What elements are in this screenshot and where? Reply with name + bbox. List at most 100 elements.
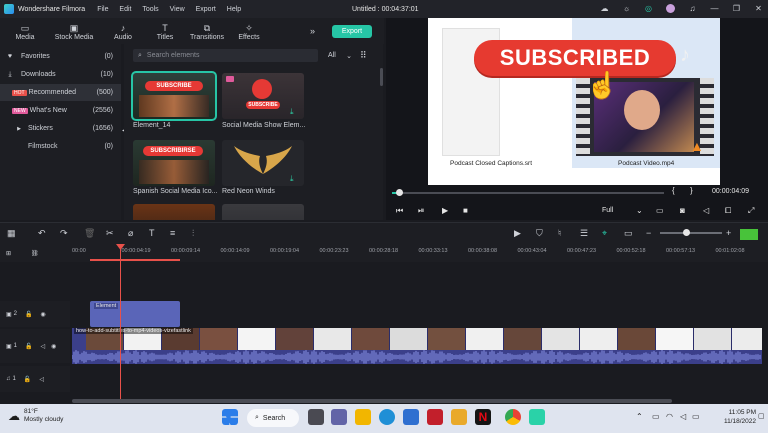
menu-help[interactable]: Help <box>227 6 241 13</box>
video-clip[interactable]: how-to-add-subtitles-to-mp4-videos-vizef… <box>72 328 762 350</box>
menu-tools[interactable]: Tools <box>142 6 158 13</box>
sidebar-item-recommended[interactable]: HOT Recommended (500) <box>0 84 121 101</box>
snapshot-icon[interactable]: ◙ <box>680 206 685 215</box>
maximize-icon[interactable]: ❐ <box>731 3 742 14</box>
tab-stock-media[interactable]: ▣ Stock Media <box>46 22 102 44</box>
filmora-taskbar-icon[interactable] <box>529 409 545 425</box>
grid-view-icon[interactable]: ⠿ <box>360 50 370 60</box>
battery-icon[interactable]: ▭ <box>692 412 700 421</box>
stop-icon[interactable]: ■ <box>463 206 468 215</box>
filter-select[interactable]: All ⌄ <box>328 49 352 62</box>
sidebar-item-downloads[interactable]: ⤓ Downloads (10) <box>0 66 121 83</box>
link-icon[interactable]: ⛓ <box>31 250 39 257</box>
netflix-icon[interactable]: N <box>475 409 491 425</box>
delete-icon[interactable]: 🗑 <box>84 228 95 239</box>
element-card[interactable] <box>133 204 215 220</box>
tab-media[interactable]: ▭ Media <box>4 22 46 44</box>
taskbar-search[interactable]: ⌕ Search <box>247 409 299 427</box>
render-icon[interactable]: ▶ <box>514 228 521 239</box>
play-icon[interactable]: ▶ <box>442 206 448 215</box>
chevron-up-icon[interactable]: ⌃ <box>636 412 643 421</box>
tab-transitions[interactable]: ⧉ Transitions <box>186 22 228 44</box>
cloud-icon[interactable]: ☁ <box>599 3 610 14</box>
volume-icon[interactable]: ◁ <box>680 412 686 421</box>
list-icon[interactable]: ☰ <box>580 228 588 239</box>
zoom-in-icon[interactable]: + <box>726 228 731 238</box>
more-tabs-icon[interactable]: » <box>310 26 315 36</box>
in-out-range[interactable] <box>90 259 180 261</box>
add-track-icon[interactable]: ⊞ <box>6 250 11 257</box>
lock-icon[interactable]: 🔓 <box>25 343 32 350</box>
sidebar-item-favorites[interactable]: ♥ Favorites (0) <box>0 48 121 65</box>
sidebar-item-filmstock[interactable]: Filmstock (0) <box>0 138 121 155</box>
minimize-icon[interactable]: — <box>709 3 720 14</box>
mic-icon[interactable]: ♮ <box>558 228 561 239</box>
close-icon[interactable]: ✕ <box>753 3 764 14</box>
wifi-icon[interactable]: ◠ <box>666 412 673 421</box>
chevron-down-icon[interactable]: ⌄ <box>636 206 643 215</box>
edge-icon[interactable] <box>379 409 395 425</box>
playhead[interactable] <box>120 244 121 402</box>
split-icon[interactable]: ✂ <box>106 228 114 239</box>
quality-select[interactable]: Full <box>602 207 613 214</box>
menu-edit[interactable]: Edit <box>119 6 131 13</box>
avatar[interactable] <box>665 3 676 14</box>
zoom-out-icon[interactable]: − <box>646 228 651 238</box>
shield-icon[interactable]: ⛉ <box>536 228 543 239</box>
file-explorer-icon[interactable] <box>355 409 371 425</box>
taskbar-clock[interactable]: 11:05 PM 11/18/2022 <box>700 408 756 426</box>
adjust-icon[interactable]: ≡ <box>170 228 175 238</box>
support-icon[interactable]: ◎ <box>643 3 654 14</box>
download-icon[interactable]: ⤓ <box>290 174 294 184</box>
preview-seek-bar[interactable] <box>392 192 664 194</box>
zoom-slider[interactable] <box>660 232 722 234</box>
element-card[interactable]: SUBSCRIBIRSE <box>133 140 215 186</box>
teams-icon[interactable] <box>331 409 347 425</box>
element-card[interactable]: SUBSCRIBE ⤓ <box>222 73 304 119</box>
layout-icon[interactable]: ▦ <box>7 228 16 239</box>
eye-icon[interactable]: ◉ <box>41 311 46 318</box>
weather-widget[interactable]: ☁ 81°F Mostly cloudy <box>8 408 63 424</box>
crop-icon[interactable]: ⌀ <box>128 228 133 239</box>
mark-in-brace[interactable]: { <box>672 186 675 195</box>
element-card[interactable]: ⤓ <box>222 140 304 186</box>
menu-view[interactable]: View <box>170 6 185 13</box>
mcafee-icon[interactable] <box>427 409 443 425</box>
tab-audio[interactable]: ♪ Audio <box>102 22 144 44</box>
volume-icon[interactable]: ◁ <box>703 206 709 215</box>
audio-waveform-clip[interactable] <box>72 350 762 364</box>
mute-icon[interactable]: ◁ <box>39 376 44 383</box>
audio-mixer-icon[interactable]: ⫶ <box>192 228 194 239</box>
preview-seek-handle[interactable] <box>396 189 403 196</box>
notification-icon[interactable]: ▢ <box>758 412 765 420</box>
chrome-icon[interactable] <box>505 409 521 425</box>
lock-icon[interactable]: 🔓 <box>25 311 32 318</box>
element-card[interactable] <box>222 204 304 220</box>
download-icon[interactable]: ⤓ <box>290 107 294 117</box>
lock-icon[interactable]: 🔓 <box>24 376 31 383</box>
eye-icon[interactable]: ◉ <box>51 343 56 350</box>
prev-frame-icon[interactable]: ⏮ <box>396 206 403 216</box>
elements-scrollbar[interactable] <box>380 68 383 86</box>
display-icon[interactable]: ▭ <box>656 206 664 215</box>
play-reverse-icon[interactable]: ⏯ <box>418 206 424 216</box>
search-input[interactable]: ⌕ Search elements <box>133 49 318 62</box>
text-icon[interactable]: T <box>149 228 155 238</box>
export-button[interactable]: Export <box>332 25 372 38</box>
pip-icon[interactable]: ▭ <box>624 228 633 239</box>
timeline-scrollbar[interactable] <box>72 399 672 403</box>
sidebar-item-stickers[interactable]: ▶ Stickers (1656) <box>0 120 121 137</box>
menu-export[interactable]: Export <box>196 6 216 13</box>
mute-icon[interactable]: ◁ <box>41 343 46 350</box>
zoom-slider-handle[interactable] <box>683 229 690 236</box>
snap-icon[interactable]: ⌖ <box>602 228 607 239</box>
store-icon[interactable] <box>403 409 419 425</box>
menu-file[interactable]: File <box>97 6 108 13</box>
notification-bell-icon[interactable]: ♫ <box>687 3 698 14</box>
redo-icon[interactable]: ↷ <box>60 228 68 239</box>
calendar-icon[interactable] <box>451 409 467 425</box>
track-layout-icon[interactable] <box>740 229 758 240</box>
tab-effects[interactable]: ✧ Effects <box>228 22 270 44</box>
crop-icon[interactable]: ⧠ <box>725 206 731 216</box>
element-card[interactable]: SUBSCRIBE <box>131 71 217 121</box>
